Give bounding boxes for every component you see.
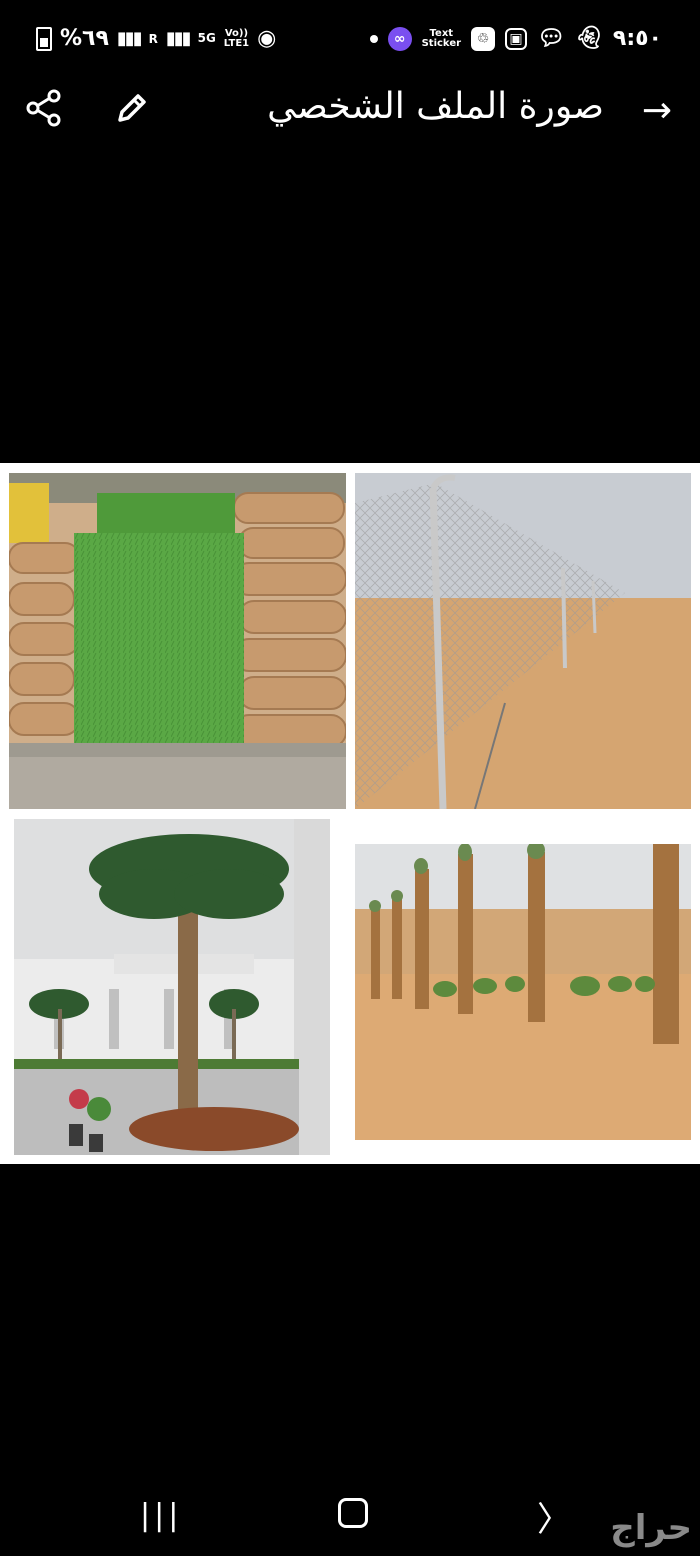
battery-icon — [36, 26, 52, 51]
snapchat-icon: 👻︎ — [574, 26, 603, 51]
video-app-icon: ▣ — [505, 27, 528, 50]
back-button[interactable]: 〉 — [537, 1492, 571, 1541]
battery-percent: %٦٩ — [60, 26, 109, 51]
signal-icon: ▮▮▮ — [116, 28, 143, 49]
volte-indicator: Vo)) LTE1 — [223, 27, 250, 49]
palm-tree-villa-photo — [14, 819, 330, 1155]
chain-link-fence-photo — [355, 473, 691, 809]
page-title: صورة الملف الشخصي — [267, 86, 604, 127]
notification-dot-icon — [369, 34, 378, 43]
clock: ٩:٥٠ — [612, 26, 662, 51]
app-bar: → صورة الملف الشخصي — [0, 80, 700, 160]
share-icon[interactable] — [24, 88, 64, 128]
arrow-right-icon[interactable]: → — [642, 90, 672, 131]
text-sticker-icon: Text Sticker — [421, 27, 462, 49]
link-app-icon: ∞ — [387, 26, 412, 51]
home-button[interactable] — [338, 1498, 368, 1528]
system-nav-bar: ||| 〉 حراج — [0, 1480, 700, 1556]
grass-sod-rolls-photo — [9, 473, 346, 809]
haraj-watermark: حراج — [610, 1508, 692, 1548]
recent-apps-button[interactable]: ||| — [140, 1498, 182, 1533]
signal-icon-2: ▮▮▮ — [165, 28, 192, 49]
chat-bubble-icon: 💬︎ — [537, 26, 565, 51]
pencil-icon[interactable] — [112, 88, 152, 128]
palm-trunks-desert-photo — [355, 844, 691, 1140]
app-icon: ♲ — [471, 26, 496, 51]
hotspot-icon: ◉ — [257, 26, 277, 51]
network-5g: 5G — [197, 30, 216, 45]
roaming-label: R — [148, 31, 158, 46]
status-right: ∞ Text Sticker ♲ ▣ 💬︎ 👻︎ ٩:٥٠ — [369, 26, 662, 51]
status-left: %٦٩ ▮▮▮ R ▮▮▮ 5G Vo)) LTE1 ◉ — [36, 26, 276, 51]
status-bar: %٦٩ ▮▮▮ R ▮▮▮ 5G Vo)) LTE1 ◉ ∞ Text Sticke… — [0, 0, 700, 80]
profile-image-collage[interactable] — [0, 463, 700, 1164]
